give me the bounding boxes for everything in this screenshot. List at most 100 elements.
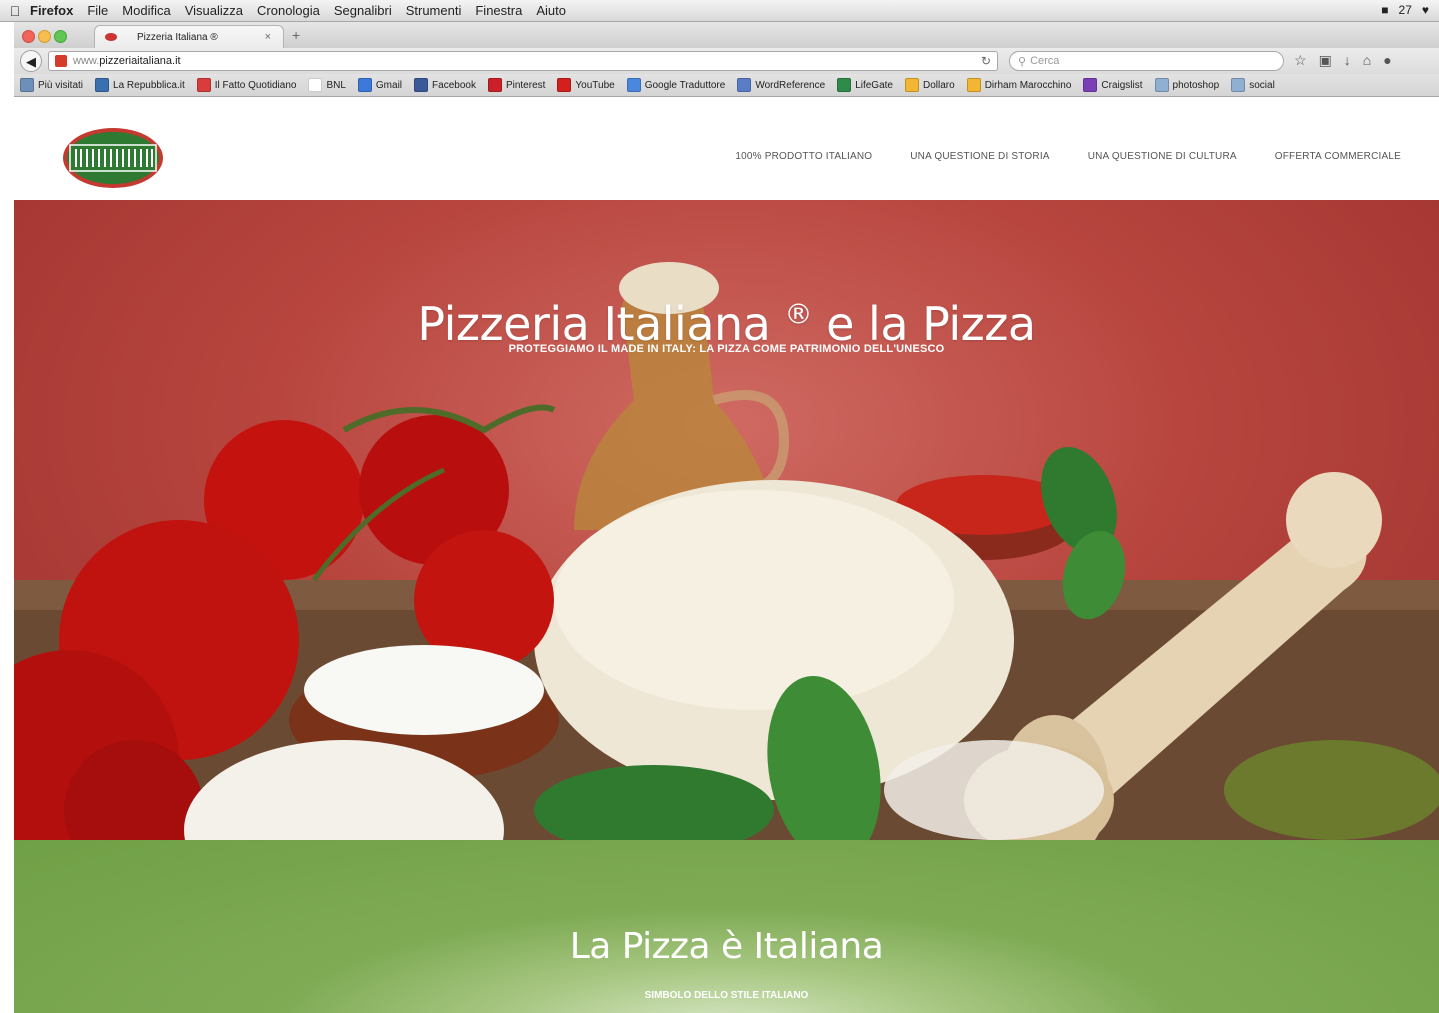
os-menu-bar:  Firefox File Modifica Visualizza Crono… [0,0,1439,22]
bookmark-icon [1083,78,1098,92]
url-prefix: www. [73,55,100,67]
menu-status-area: ■ 27 ♥ [1381,3,1429,17]
bookmark-icon [557,78,572,92]
bookmark-icon [308,78,323,92]
menu-cronologia[interactable]: Cronologia [257,3,320,18]
bookmark-item[interactable]: social [1231,78,1275,92]
bookmark-item[interactable]: WordReference [737,78,825,92]
downloads-icon[interactable]: ↓ [1344,52,1351,69]
tab-pizzeria-italiana[interactable]: Pizzeria Italiana ® × [94,25,284,48]
bookmark-icon [1154,78,1169,92]
chat-icon[interactable]: ● [1383,52,1391,69]
bookmark-label: Google Traduttore [644,79,726,91]
bookmark-label: La Repubblica.it [113,79,185,91]
menu-finestra[interactable]: Finestra [475,3,522,18]
bookmark-label: Craigslist [1101,79,1143,91]
menu-segnalibri[interactable]: Segnalibri [334,3,392,18]
tab-strip: Pizzeria Italiana ® × + [14,22,1439,48]
registered-mark: ® [784,297,813,331]
nav-questione-cultura[interactable]: UNA QUESTIONE DI CULTURA [1088,151,1237,162]
bookmark-label: photoshop [1172,79,1220,91]
bookmark-label: Pinterest [505,79,546,91]
app-menu[interactable]: Firefox [30,3,73,18]
menu-visualizza[interactable]: Visualizza [185,3,243,18]
bookmark-star-icon[interactable]: ☆ [1294,52,1307,69]
bookmark-label: Dirham Marocchino [984,79,1072,91]
bookmark-item[interactable]: photoshop [1154,78,1220,92]
bookmark-icon [966,78,981,92]
bookmarks-toolbar: Più visitati La Repubblica.it Il Fatto Quo… [14,74,1439,97]
bookmark-icon [357,78,372,92]
bookmark-label: Gmail [375,79,403,91]
menu-file[interactable]: File [87,3,108,18]
url-bar[interactable]: www. pizzeriaitaliana.it ↻ [48,51,998,71]
hero-subtitle: PROTEGGIAMO IL MADE IN ITALY: LA PIZZA C… [508,343,945,355]
navigation-toolbar: ◀ www. pizzeriaitaliana.it ↻ ⚲ Cerca ☆ ▣… [14,48,1439,74]
search-icon: ⚲ [1018,55,1027,68]
window-minimize-button[interactable] [38,30,51,43]
user-icon[interactable]: ♥ [1422,3,1429,17]
bookmark-icon [196,78,211,92]
section-title: La Pizza è Italiana [569,926,884,967]
bookmark-icon [1231,78,1246,92]
home-icon[interactable]: ⌂ [1363,52,1371,69]
dropbox-icon[interactable]: ■ [1381,3,1388,17]
favicon-icon [105,33,117,41]
section-subtitle: SIMBOLO DELLO STILE ITALIANO [644,990,809,1001]
bookmark-item[interactable]: Dirham Marocchino [966,78,1072,92]
bookmark-item[interactable]: Facebook [414,78,476,92]
bookmark-item[interactable]: La Repubblica.it [95,78,185,92]
bookmark-icon [487,78,502,92]
bookmark-label: LifeGate [855,79,893,91]
bookmark-item[interactable]: BNL [308,78,346,92]
reload-icon[interactable]: ↻ [981,54,991,68]
nav-questione-storia[interactable]: UNA QUESTIONE DI STORIA [910,151,1049,162]
tab-title: Pizzeria Italiana ® [137,31,218,43]
menu-modifica[interactable]: Modifica [122,3,170,18]
menu-aiuto[interactable]: Aiuto [536,3,566,18]
bookmark-item[interactable]: Dollaro [905,78,955,92]
web-page: 100% PRODOTTO ITALIANO UNA QUESTIONE DI … [14,97,1439,1013]
bookmark-item[interactable]: Più visitati [20,78,83,92]
window-close-button[interactable] [22,30,35,43]
menu-strumenti[interactable]: Strumenti [406,3,462,18]
bookmark-item[interactable]: YouTube [557,78,615,92]
nav-prodotto-italiano[interactable]: 100% PRODOTTO ITALIANO [735,151,872,162]
status-count[interactable]: 27 [1399,3,1412,17]
bookmarks-menu-icon[interactable]: ▣ [1319,52,1332,69]
bookmark-item[interactable]: Pinterest [487,78,546,92]
site-header: 100% PRODOTTO ITALIANO UNA QUESTIONE DI … [14,97,1439,200]
bookmark-item[interactable]: Gmail [357,78,403,92]
new-tab-button[interactable]: + [292,27,300,43]
search-input[interactable]: ⚲ Cerca [1009,51,1284,71]
bookmark-icon [414,78,429,92]
bookmark-icon [837,78,852,92]
bookmark-label: social [1249,79,1275,91]
tab-close-icon[interactable]: × [265,31,271,43]
bookmark-icon [626,78,641,92]
bookmark-label: YouTube [575,79,615,91]
nav-offerta-commerciale[interactable]: OFFERTA COMMERCIALE [1275,151,1401,162]
apple-icon[interactable]:  [0,3,30,19]
url-domain: pizzeriaitaliana.it [99,55,181,67]
bookmark-label: BNL [326,79,346,91]
bookmark-item[interactable]: LifeGate [837,78,893,92]
pizzeria-italiana-logo[interactable] [62,127,164,189]
bookmark-label: Dollaro [923,79,955,91]
bookmark-icon [95,78,110,92]
hero-section: Pizzeria Italiana ® e la Pizza PROTEGGIA… [14,200,1439,840]
window-zoom-button[interactable] [54,30,67,43]
bookmark-icon [737,78,752,92]
main-navigation: 100% PRODOTTO ITALIANO UNA QUESTIONE DI … [735,151,1401,162]
bookmark-item[interactable]: Il Fatto Quotidiano [196,78,297,92]
bookmark-label: Più visitati [38,79,84,91]
bookmark-item[interactable]: Craigslist [1083,78,1143,92]
browser-window: Pizzeria Italiana ® × + ◀ www. pizzeriai… [14,22,1439,1013]
bookmark-item[interactable]: Google Traduttore [626,78,726,92]
bookmark-label: Facebook [432,79,476,91]
bookmark-icon [20,78,34,92]
back-button[interactable]: ◀ [20,50,42,72]
bookmark-label: Il Fatto Quotidiano [214,79,297,91]
site-identity-icon[interactable] [55,55,67,67]
search-placeholder: Cerca [1030,55,1060,67]
